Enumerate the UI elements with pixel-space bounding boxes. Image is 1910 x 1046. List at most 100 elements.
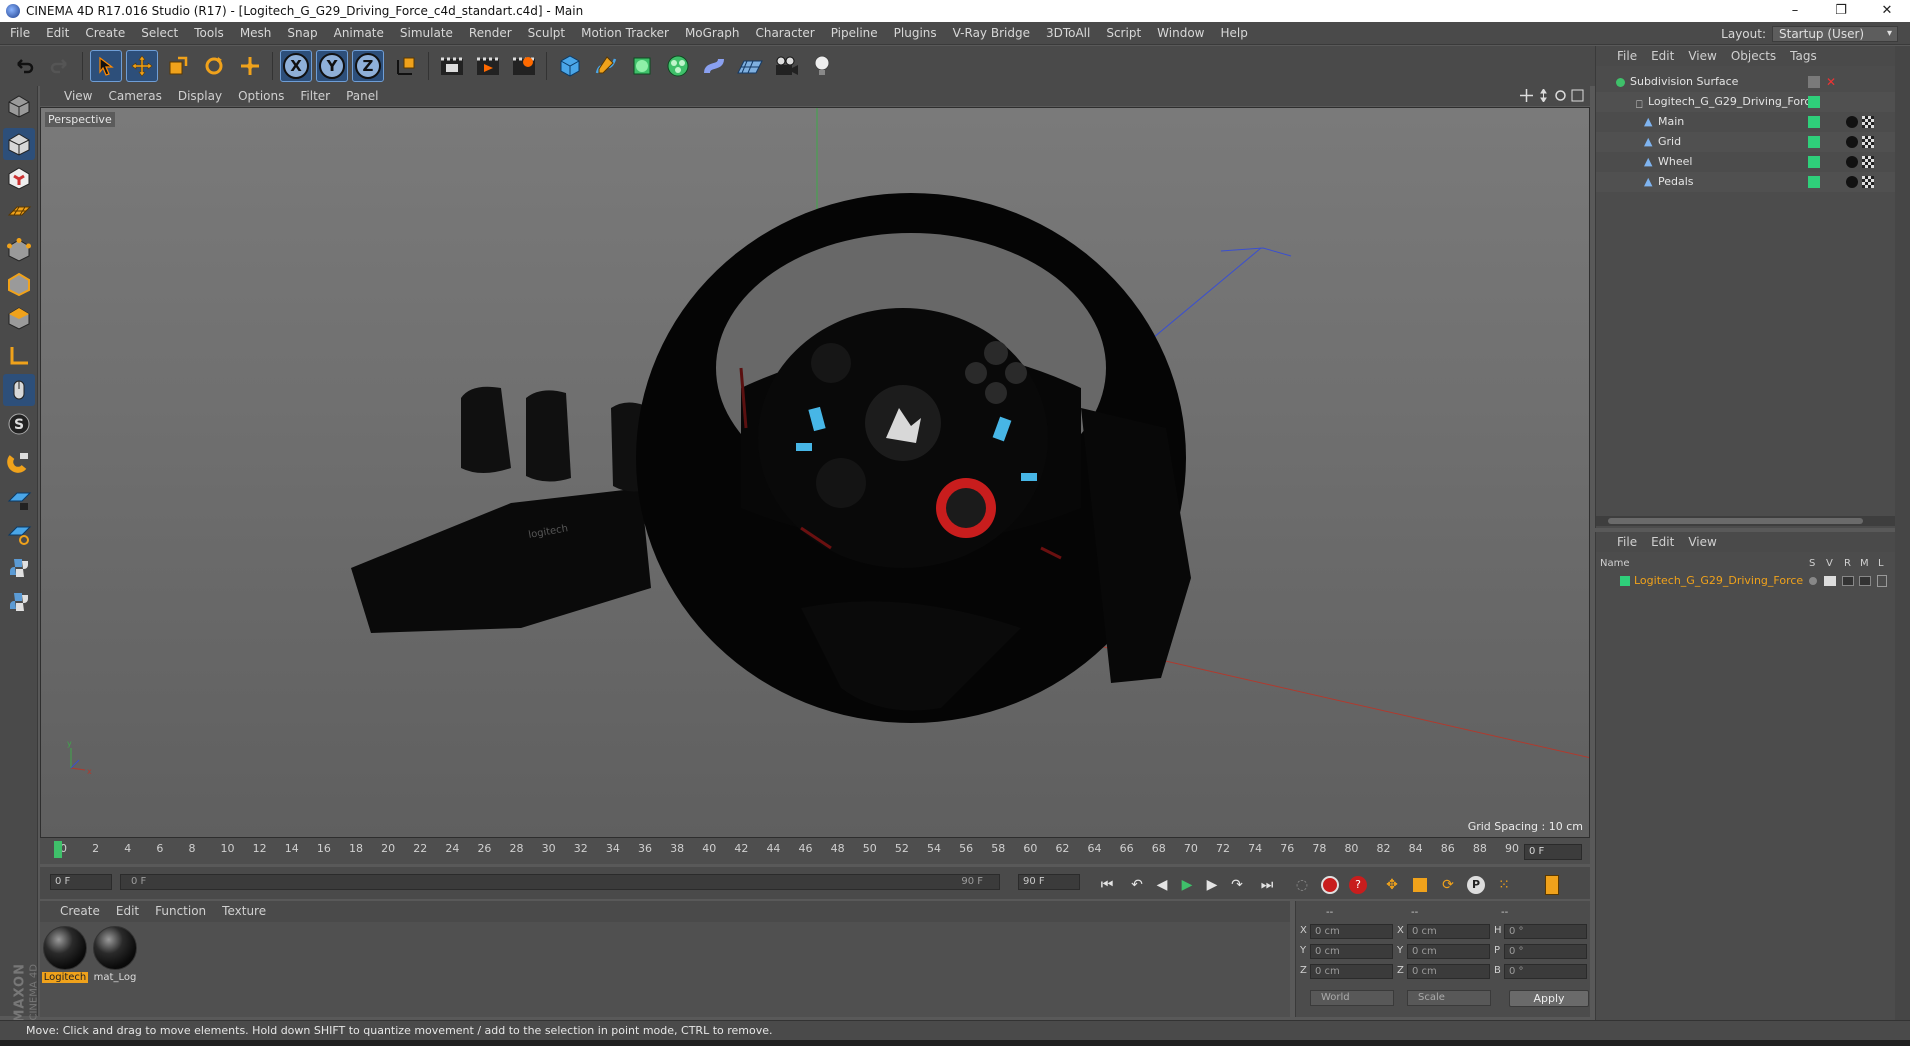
menu-animate[interactable]: Animate [326,22,392,45]
material-menu-create[interactable]: Create [52,901,108,922]
light-icon[interactable] [806,50,838,82]
object-manager-scrollbar[interactable] [1596,516,1896,526]
layer-color-icon[interactable] [1808,156,1820,168]
next-key-icon[interactable]: ↷ [1225,873,1249,897]
material-menu-function[interactable]: Function [147,901,214,922]
position-y-field[interactable]: 0 cm [1310,944,1393,959]
pen-spline-icon[interactable] [590,50,622,82]
goto-end-icon[interactable]: ⏭ [1255,873,1279,897]
texture-tag-icon[interactable] [1862,156,1874,168]
texture-tag-icon[interactable] [1862,116,1874,128]
material-swatch[interactable]: mat_Log [92,926,138,983]
layer-menu-edit[interactable]: Edit [1644,532,1681,552]
layer-color-icon[interactable] [1808,96,1820,108]
playhead-marker[interactable] [54,841,62,858]
y-axis-lock-button[interactable]: Y [316,50,348,82]
viewport-menu-options[interactable]: Options [230,86,292,106]
close-button[interactable]: ✕ [1864,0,1910,22]
size-y-field[interactable]: 0 cm [1407,944,1490,959]
polygons-mode-icon[interactable] [3,302,35,334]
deformer-icon[interactable] [698,50,730,82]
viewport-menu-view[interactable]: View [56,86,100,106]
menu-edit[interactable]: Edit [38,22,77,45]
texture-tag-icon[interactable] [1862,176,1874,188]
points-mode-icon[interactable] [3,234,35,266]
live-selection-icon[interactable] [90,50,122,82]
key-rotation-icon[interactable]: ⟳ [1436,873,1460,897]
edges-mode-icon[interactable] [3,268,35,300]
autokeying-icon[interactable]: ? [1346,873,1370,897]
layout-dropdown[interactable]: Startup (User) [1772,25,1898,42]
motion-clip-icon[interactable]: ◌ [1290,873,1314,897]
key-pla-icon[interactable]: ⁙ [1492,873,1516,897]
position-z-field[interactable]: 0 cm [1310,964,1393,979]
snap-s-icon[interactable]: S [3,408,35,440]
subdivision-surface-icon[interactable] [626,50,658,82]
maximize-view-icon[interactable] [1571,89,1584,102]
scale-tool-icon[interactable] [162,50,194,82]
start-frame-field[interactable]: 0 F [50,874,112,890]
tweak-mode-icon[interactable] [3,374,35,406]
coordinate-system-icon[interactable] [390,50,422,82]
zoom-view-icon[interactable] [1537,89,1550,102]
object-row-main[interactable]: ▲ Main [1596,112,1896,132]
material-tag-icon[interactable] [1846,136,1858,148]
camera-icon[interactable] [770,50,802,82]
rotate-tool-icon[interactable] [198,50,230,82]
render-settings-icon[interactable] [508,50,540,82]
viewport-menu-display[interactable]: Display [170,86,230,106]
current-frame-field[interactable]: 0 F [1524,844,1582,860]
texture-mode-icon[interactable] [3,162,35,194]
menu-snap[interactable]: Snap [279,22,325,45]
layer-lock-icon[interactable] [1877,575,1887,587]
layer-row[interactable]: Logitech_G_G29_Driving_Force [1596,572,1896,590]
timeline-ruler-bar[interactable]: 0 2 4 6 8 10 12 14 16 18 20 22 24 26 28 30 32 34 36 38 40 42 4… [40,838,1590,864]
timeline-window-icon[interactable] [1540,873,1564,897]
material-tag-icon[interactable] [1846,176,1858,188]
menu-render[interactable]: Render [461,22,520,45]
layer-color-icon[interactable] [1808,116,1820,128]
layer-visible-icon[interactable] [1824,576,1836,586]
mograph-cloner-icon[interactable] [662,50,694,82]
key-scale-icon[interactable] [1408,873,1432,897]
layer-menu-view[interactable]: View [1681,532,1723,552]
material-tag-icon[interactable] [1846,156,1858,168]
layer-color-icon[interactable] [1808,136,1820,148]
workplane-mode-icon[interactable] [3,196,35,228]
timeline-ruler[interactable]: 0 2 4 6 8 10 12 14 16 18 20 22 24 26 28 30 32 34 36 38 40 42 4… [50,838,1519,862]
size-z-field[interactable]: 0 cm [1407,964,1490,979]
floor-environment-icon[interactable] [734,50,766,82]
snapping-magnet-icon[interactable] [3,446,35,478]
x-axis-lock-button[interactable]: X [280,50,312,82]
menu-character[interactable]: Character [747,22,822,45]
play-forward-icon[interactable]: ▶ [1175,873,1199,897]
object-row-grid[interactable]: ▲ Grid [1596,132,1896,152]
menu-script[interactable]: Script [1098,22,1149,45]
object-row-wheel[interactable]: ▲ Wheel [1596,152,1896,172]
menu-plugins[interactable]: Plugins [886,22,945,45]
make-editable-icon[interactable] [3,90,35,122]
record-keys-icon[interactable] [1318,873,1342,897]
menu-help[interactable]: Help [1212,22,1255,45]
material-menu-texture[interactable]: Texture [214,901,274,922]
rotation-p-field[interactable]: 0 ° [1504,944,1587,959]
disabled-x-icon[interactable]: ✕ [1826,72,1836,92]
pan-view-icon[interactable] [1520,89,1533,102]
menu-create[interactable]: Create [77,22,133,45]
viewport-menu-panel[interactable]: Panel [338,86,386,106]
menu-simulate[interactable]: Simulate [392,22,461,45]
object-row-pedals[interactable]: ▲ Pedals [1596,172,1896,192]
next-frame-icon[interactable]: ▶ [1200,873,1224,897]
menu-vray-bridge[interactable]: V-Ray Bridge [945,22,1038,45]
menu-mograph[interactable]: MoGraph [677,22,748,45]
object-row-logitech[interactable]: ⎕ Logitech_G_G29_Driving_Force [1596,92,1896,112]
material-menu-edit[interactable]: Edit [108,901,147,922]
key-position-icon[interactable]: ✥ [1380,873,1404,897]
objects-menu-tags[interactable]: Tags [1783,46,1824,66]
objects-menu-edit[interactable]: Edit [1644,46,1681,66]
key-parameter-icon[interactable]: P [1464,873,1488,897]
redo-icon[interactable] [44,50,76,82]
frame-range-slider[interactable]: 0 F 90 F [120,874,1000,890]
layer-color-icon[interactable] [1808,176,1820,188]
move-tool-icon[interactable] [126,50,158,82]
